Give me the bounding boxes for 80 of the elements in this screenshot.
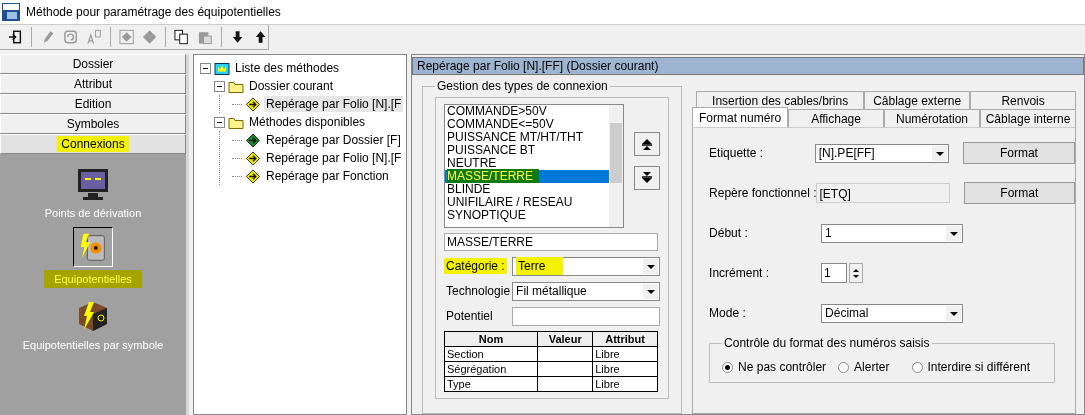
- barrel-icon[interactable]: [73, 227, 113, 267]
- tab[interactable]: Insertion des cables/brins: [696, 91, 865, 109]
- tab[interactable]: Affichage: [788, 109, 885, 127]
- list-item[interactable]: NEUTRE: [445, 157, 609, 170]
- table-cell: Ségrégation: [447, 363, 507, 375]
- field-label: Etiquette :: [709, 146, 765, 160]
- tree-item[interactable]: Repérage par Folio [N].[F: [264, 150, 404, 166]
- format-button[interactable]: Format: [962, 142, 1075, 164]
- tab[interactable]: Numérotation: [884, 109, 980, 127]
- readonly-field: [ETQ]: [816, 183, 950, 203]
- name-field[interactable]: MASSE/TERRE: [444, 233, 658, 251]
- tree-item[interactable]: Liste des méthodes: [233, 60, 342, 76]
- radio-button[interactable]: [838, 361, 850, 373]
- sidebar-section-tab[interactable]: Attribut: [0, 74, 186, 94]
- spinner-buttons[interactable]: [849, 263, 864, 283]
- panel-header: Repérage par Folio [N].[FF] (Dossier courant): [412, 57, 1084, 75]
- tree-item[interactable]: Méthodes disponibles: [247, 114, 368, 130]
- field-label: Technologie: [445, 283, 512, 299]
- tab[interactable]: Câblage interne: [980, 109, 1076, 127]
- tab[interactable]: Câblage externe: [864, 91, 971, 109]
- sidebar-section-tab[interactable]: Symboles: [0, 114, 186, 134]
- table-cell: Section: [447, 348, 484, 360]
- list-item[interactable]: BLINDE: [445, 183, 609, 196]
- field-label: Incrément :: [709, 266, 771, 280]
- sidebar-section-tab[interactable]: Edition: [0, 94, 186, 114]
- tab[interactable]: Format numéro: [692, 107, 789, 127]
- double-up-arrow-icon: [641, 138, 653, 150]
- list-item[interactable]: UNIFILAIRE / RESEAU: [445, 196, 609, 209]
- field-label: Repère fonctionnel :: [709, 186, 817, 200]
- group-title: Contrôle du format des numéros saisis: [723, 336, 931, 350]
- column-header: Valeur: [537, 331, 593, 347]
- field-label: Potentiel: [445, 308, 494, 324]
- radio-button[interactable]: [722, 361, 734, 373]
- list-item[interactable]: COMMANDE>50V: [445, 105, 609, 118]
- dropdown[interactable]: Décimal: [821, 303, 964, 323]
- column-header: Attribut: [592, 331, 658, 347]
- number-field[interactable]: 1: [821, 263, 848, 283]
- table-cell: Libre: [595, 378, 620, 390]
- dropdown[interactable]: 1: [821, 223, 964, 243]
- list-item[interactable]: PUISSANCE BT: [445, 144, 609, 157]
- connection-type-list[interactable]: COMMANDE>50V COMMANDE<=50V PUISSANCE MT/HT/THT PUISSANCE BT NEUTRE MASSE/TERRE BLINDE UNIFILAIRE / RESEAU SYNOPTIQUE: [444, 104, 624, 228]
- text-field[interactable]: [512, 306, 661, 326]
- collapse-toggle[interactable]: [214, 116, 225, 128]
- tree-item[interactable]: Repérage par Dossier [F]: [264, 132, 403, 148]
- field-label: Catégorie :: [444, 258, 507, 274]
- copy-icon[interactable]: [174, 29, 190, 45]
- scrollbar[interactable]: [609, 105, 623, 227]
- exit-icon[interactable]: [8, 29, 24, 45]
- radio-button[interactable]: [911, 361, 923, 373]
- radio-option[interactable]: Ne pas contrôler: [722, 360, 827, 374]
- window-title: Méthode pour paramétrage des équipotentielles: [26, 5, 281, 19]
- collapse-toggle[interactable]: [200, 62, 211, 74]
- move-bottom-button[interactable]: [634, 166, 660, 190]
- list-item[interactable]: PUISSANCE MT/HT/THT: [445, 131, 609, 144]
- dropdown[interactable]: Terre: [512, 256, 661, 276]
- column-header: Nom: [444, 331, 538, 347]
- group-title: Gestion des types de connexion: [436, 79, 609, 93]
- tree-item[interactable]: Repérage par Fonction: [264, 168, 391, 184]
- tab[interactable]: Renvois: [970, 91, 1076, 109]
- dropdown[interactable]: [N].PE[FF]: [814, 143, 949, 163]
- tree-item[interactable]: Dossier courant: [247, 78, 336, 94]
- move-top-button[interactable]: [634, 132, 660, 156]
- table-cell: Libre: [595, 348, 620, 360]
- double-down-arrow-icon: [641, 172, 653, 184]
- format-button[interactable]: Format: [963, 182, 1075, 204]
- list-item[interactable]: MASSE/TERRE: [445, 170, 609, 183]
- list-item[interactable]: SYNOPTIQUE: [445, 209, 609, 222]
- table-cell: Libre: [595, 363, 620, 375]
- collapse-toggle[interactable]: [214, 80, 225, 92]
- list-item[interactable]: COMMANDE<=50V: [445, 118, 609, 131]
- dropdown[interactable]: Fil métallique: [512, 281, 661, 301]
- sidebar-section-tab[interactable]: Dossier: [0, 54, 186, 74]
- field-label: Mode :: [709, 306, 747, 320]
- radio-option[interactable]: Interdire si différent: [911, 360, 1030, 374]
- tree-item[interactable]: Repérage par Folio [N].[F: [264, 96, 404, 112]
- field-label: Début :: [709, 226, 749, 240]
- table-cell: Type: [447, 378, 471, 390]
- crown-folder-icon: [214, 60, 230, 76]
- radio-option[interactable]: Alerter: [838, 360, 890, 374]
- sidebar-section-tab[interactable]: Connexions: [0, 134, 186, 154]
